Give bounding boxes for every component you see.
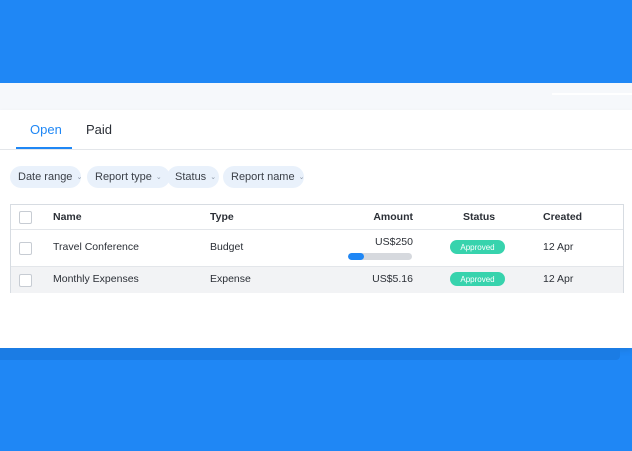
report-created-date: 12 Apr <box>543 241 574 253</box>
column-header-amount[interactable]: Amount <box>373 211 413 223</box>
filter-status[interactable]: Status ⌄ <box>167 166 219 188</box>
column-header-status[interactable]: Status <box>463 211 495 223</box>
filter-label: Status <box>175 171 207 183</box>
report-name: Monthly Expenses <box>53 273 139 285</box>
row-checkbox[interactable] <box>19 274 32 287</box>
column-header-created[interactable]: Created <box>543 211 582 223</box>
chevron-down-icon: ⌄ <box>155 174 162 181</box>
card-shadow-strip <box>0 348 620 360</box>
filter-label: Date range <box>18 171 73 183</box>
report-type: Budget <box>210 241 244 253</box>
select-all-checkbox[interactable] <box>19 211 32 224</box>
filter-report-name[interactable]: Report name ⌄ <box>223 166 304 188</box>
tab-paid[interactable]: Paid <box>86 122 112 137</box>
report-type: Expense <box>210 273 251 285</box>
tab-open[interactable]: Open <box>30 122 62 137</box>
status-badge: Approved <box>450 272 505 286</box>
column-header-name[interactable]: Name <box>53 211 82 223</box>
chevron-down-icon: ⌄ <box>210 174 217 181</box>
chevron-down-icon: ⌄ <box>76 174 83 181</box>
filter-label: Report type <box>95 171 152 183</box>
table-header-row: Name Type Amount Status Created <box>11 205 623 230</box>
card-top-bar <box>0 83 632 110</box>
budget-progress-fill <box>348 253 364 260</box>
table-row[interactable]: Monthly Expenses Expense US$5.16 Approve… <box>11 267 623 293</box>
status-badge: Approved <box>450 240 505 254</box>
filter-report-type[interactable]: Report type ⌄ <box>87 166 170 188</box>
budget-progress-bar <box>348 253 412 260</box>
report-amount: US$5.16 <box>372 273 413 285</box>
filter-label: Report name <box>231 171 295 183</box>
expense-reports-panel: Open Paid Date range ⌄ Report type ⌄ Sta… <box>0 110 632 348</box>
filter-date-range[interactable]: Date range ⌄ <box>10 166 83 188</box>
column-header-type[interactable]: Type <box>210 211 234 223</box>
chevron-down-icon: ⌄ <box>298 174 305 181</box>
report-name: Travel Conference <box>53 241 139 253</box>
report-created-date: 12 Apr <box>543 273 574 285</box>
reports-table: Name Type Amount Status Created Travel C… <box>10 204 624 293</box>
report-amount: US$250 <box>375 236 413 248</box>
active-tab-indicator <box>16 147 72 149</box>
table-row[interactable]: Travel Conference Budget US$250 Approved… <box>11 230 623 267</box>
row-checkbox[interactable] <box>19 242 32 255</box>
tab-bar: Open Paid <box>0 110 632 150</box>
